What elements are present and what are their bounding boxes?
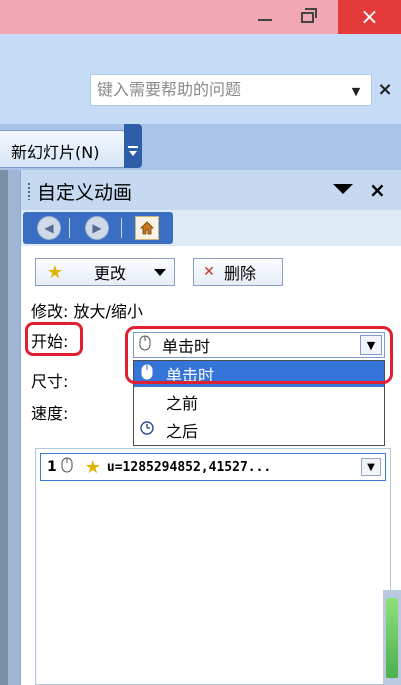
- window-title-bar: ×: [0, 0, 401, 34]
- pane-header: 自定义动画 ×: [21, 170, 401, 210]
- back-icon[interactable]: ◀: [37, 216, 61, 240]
- delete-label: 删除: [224, 264, 257, 283]
- chevron-down-icon[interactable]: ▼: [361, 458, 381, 476]
- size-label: 尺寸:: [31, 372, 69, 391]
- help-dropdown-icon[interactable]: ▼: [346, 83, 366, 99]
- toolbar-options-chevron[interactable]: [124, 124, 142, 168]
- new-slide-button[interactable]: 新幻灯片(N): [0, 130, 126, 168]
- toolbar: 新幻灯片(N): [0, 124, 401, 170]
- nav-separator: [69, 218, 70, 238]
- chevron-bar-icon: [128, 146, 138, 148]
- change-effect-button[interactable]: ★ 更改: [35, 258, 175, 286]
- chevron-down-icon: [129, 151, 137, 156]
- chevron-down-icon: [154, 269, 166, 276]
- custom-animation-pane: 自定义动画 × ◀ ▶ ★ 更改 ✕ 删除 修改: 放大/缩小 开始: 尺寸: …: [20, 170, 401, 685]
- start-option-before[interactable]: 之前: [134, 389, 384, 415]
- pane-menu-arrow-icon[interactable]: [333, 184, 353, 194]
- nav-separator: [121, 218, 122, 238]
- star-effect-icon: ★: [84, 456, 101, 478]
- pane-close-icon[interactable]: ×: [369, 178, 386, 202]
- animation-index: 1: [47, 459, 57, 475]
- minimize-button[interactable]: [248, 0, 282, 34]
- restore-icon: [300, 7, 317, 23]
- help-search-input[interactable]: 键入需要帮助的问题: [90, 74, 372, 106]
- animation-name: u=1285294852,41527...: [106, 459, 272, 475]
- animation-list-item[interactable]: 1 ★ u=1285294852,41527... ▼: [40, 453, 386, 481]
- change-label: 更改: [94, 264, 127, 283]
- home-icon[interactable]: [135, 216, 159, 240]
- delete-icon: ✕: [203, 264, 215, 280]
- help-close-icon[interactable]: ×: [375, 79, 395, 100]
- option-label: 之前: [166, 394, 199, 413]
- highlight-ring-start: [25, 322, 83, 356]
- pane-nav-bar: ◀ ▶: [23, 212, 173, 244]
- star-effect-icon: ★: [46, 261, 64, 283]
- watermark-text: Baidu经验: [284, 640, 378, 661]
- clock-icon: [136, 421, 158, 439]
- delete-effect-button[interactable]: ✕ 删除: [193, 258, 283, 286]
- forward-icon[interactable]: ▶: [85, 216, 109, 240]
- help-area: 键入需要帮助的问题 ▼ ×: [0, 34, 401, 124]
- modify-label: 修改: 放大/缩小: [31, 302, 143, 321]
- highlight-ring-dropdown: [125, 326, 393, 384]
- mouse-icon: [61, 457, 73, 477]
- speed-label: 速度:: [31, 404, 69, 423]
- start-option-after[interactable]: 之后: [134, 417, 384, 443]
- grip-handle-icon[interactable]: [27, 182, 31, 200]
- left-sidebar-inner: [8, 170, 20, 685]
- pane-title: 自定义动画: [37, 182, 133, 204]
- option-label: 之后: [166, 422, 199, 441]
- watermark-subtext: jingyan.baidu.com: [290, 662, 374, 672]
- scrollbar-thumb[interactable]: [386, 598, 398, 678]
- restore-button[interactable]: [290, 0, 324, 34]
- close-window-button[interactable]: ×: [338, 0, 401, 34]
